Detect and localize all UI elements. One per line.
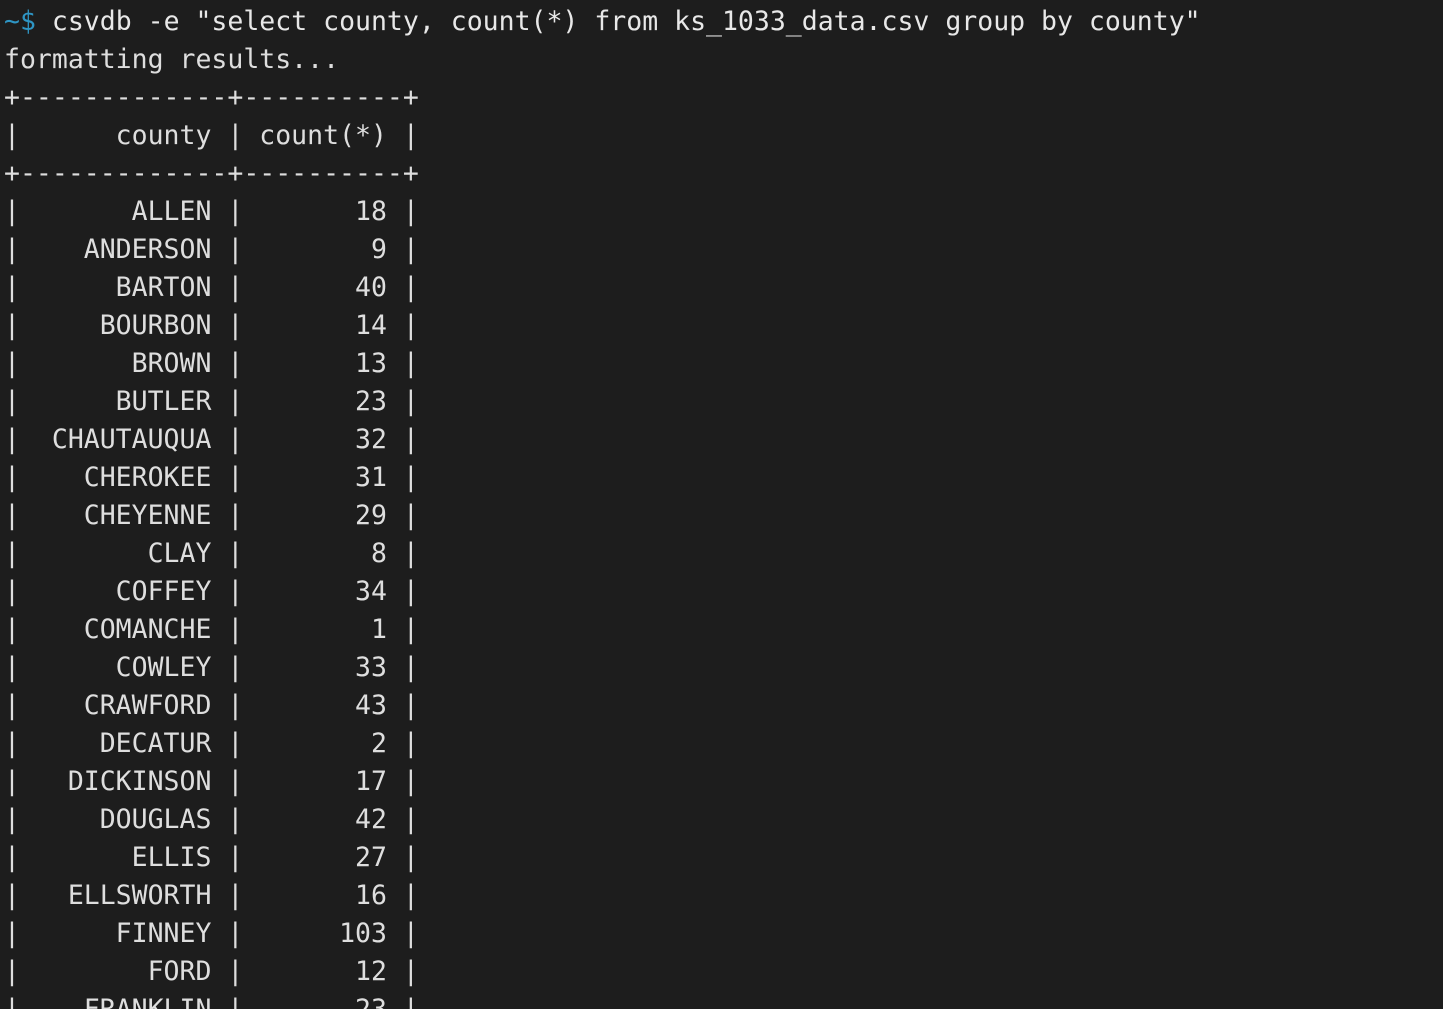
command-prompt-line: ~$ csvdb -e "select county, count(*) fro… xyxy=(0,3,1443,41)
cell-county: | FRANKLIN xyxy=(4,994,227,1009)
cell-count: 2 | xyxy=(243,728,419,759)
cell-count: 40 | xyxy=(243,272,419,303)
cell-county: | FORD xyxy=(4,956,228,987)
cell-separator: | xyxy=(227,614,244,645)
table-row: | DECATUR | 2 | xyxy=(0,725,1443,763)
table-row: | DICKINSON | 17 | xyxy=(0,763,1443,801)
table-row: | COMANCHE | 1 | xyxy=(0,611,1443,649)
cell-count: 23 | xyxy=(243,994,419,1009)
cell-separator: | xyxy=(227,880,244,911)
cell-county: | DICKINSON xyxy=(4,766,228,797)
cell-county: | DOUGLAS xyxy=(4,804,228,835)
cell-count: 34 | xyxy=(243,576,419,607)
cell-separator: | xyxy=(227,804,244,835)
cell-count: 42 | xyxy=(243,804,419,835)
cell-county: | ELLIS xyxy=(4,842,228,873)
cell-separator: | xyxy=(227,500,244,531)
table-row: | DOUGLAS | 42 | xyxy=(0,801,1443,839)
cell-count: 12 | xyxy=(243,956,419,987)
cell-count: 14 | xyxy=(243,310,419,341)
cell-separator: | xyxy=(227,196,244,227)
table-row: | BARTON | 40 | xyxy=(0,269,1443,307)
table-header-rule: +-------------+----------+ xyxy=(4,158,419,189)
cell-county: | DECATUR xyxy=(4,728,228,759)
cell-county: | CHEYENNE xyxy=(4,500,228,531)
cell-separator: | xyxy=(227,652,244,683)
table-row: | BROWN | 13 | xyxy=(0,345,1443,383)
table-row: | FORD | 12 | xyxy=(0,953,1443,991)
cell-separator: | xyxy=(227,348,244,379)
cell-separator: | xyxy=(227,272,244,303)
terminal-window[interactable]: ~$ csvdb -e "select county, count(*) fro… xyxy=(0,0,1443,1009)
table-row: | FINNEY | 103 | xyxy=(0,915,1443,953)
table-row: | COFFEY | 34 | xyxy=(0,573,1443,611)
cell-county: | COWLEY xyxy=(4,652,228,683)
cell-separator: | xyxy=(227,994,243,1009)
cell-separator: | xyxy=(227,310,244,341)
cell-separator: | xyxy=(227,728,244,759)
cell-separator: | xyxy=(227,234,244,265)
cell-count: 33 | xyxy=(243,652,419,683)
cell-count: 8 | xyxy=(243,538,419,569)
cell-separator: | xyxy=(227,918,244,949)
table-body: | ALLEN | 18 | | ANDERSON | 9 | | BARTON |… xyxy=(0,193,1443,1009)
command-text[interactable] xyxy=(36,6,52,37)
table-row: | ELLSWORTH | 16 | xyxy=(0,877,1443,915)
cell-count: 103 | xyxy=(243,918,419,949)
cell-count: 43 | xyxy=(243,690,419,721)
cell-county: | BARTON xyxy=(4,272,228,303)
cell-count: 16 | xyxy=(243,880,419,911)
cell-county: | FINNEY xyxy=(4,918,228,949)
cell-separator: | xyxy=(227,766,244,797)
cell-separator: | xyxy=(227,462,244,493)
cell-separator: | xyxy=(227,424,244,455)
cell-count: 27 | xyxy=(243,842,419,873)
table-header-row: | county | count(*) | xyxy=(4,120,419,151)
cell-separator: | xyxy=(227,576,244,607)
cell-county: | COMANCHE xyxy=(4,614,228,645)
cell-count: 13 | xyxy=(243,348,419,379)
cell-county: | ELLSWORTH xyxy=(4,880,228,911)
cell-count: 17 | xyxy=(243,766,419,797)
table-row: | FRANKLIN | 23 | xyxy=(0,991,1443,1009)
table-row: | BUTLER | 23 | xyxy=(0,383,1443,421)
status-line: formatting results... xyxy=(4,44,340,75)
table-row: | ANDERSON | 9 | xyxy=(0,231,1443,269)
command-input[interactable]: csvdb -e "select county, count(*) from k… xyxy=(52,6,1201,37)
cell-count: 32 | xyxy=(243,424,419,455)
table-row: | CHEYENNE | 29 | xyxy=(0,497,1443,535)
table-row: | CHAUTAUQUA | 32 | xyxy=(0,421,1443,459)
cell-county: | CHEROKEE xyxy=(4,462,228,493)
cell-county: | CHAUTAUQUA xyxy=(4,424,228,455)
cell-separator: | xyxy=(227,690,244,721)
cell-separator: | xyxy=(227,538,244,569)
cell-count: 1 | xyxy=(243,614,419,645)
terminal-output: ~$ csvdb -e "select county, count(*) fro… xyxy=(0,3,1443,1009)
cell-county: | BROWN xyxy=(4,348,228,379)
cell-count: 29 | xyxy=(243,500,419,531)
table-row: | CRAWFORD | 43 | xyxy=(0,687,1443,725)
table-row: | COWLEY | 33 | xyxy=(0,649,1443,687)
cell-county: | ALLEN xyxy=(4,196,228,227)
cell-count: 9 | xyxy=(243,234,419,265)
prompt-symbol: ~$ xyxy=(4,6,36,37)
table-row: | ELLIS | 27 | xyxy=(0,839,1443,877)
table-row: | CHEROKEE | 31 | xyxy=(0,459,1443,497)
cell-county: | CRAWFORD xyxy=(4,690,228,721)
cell-county: | BOURBON xyxy=(4,310,228,341)
cell-county: | CLAY xyxy=(4,538,228,569)
cell-county: | ANDERSON xyxy=(4,234,228,265)
table-row: | BOURBON | 14 | xyxy=(0,307,1443,345)
cell-separator: | xyxy=(227,956,244,987)
cell-count: 23 | xyxy=(243,386,419,417)
table-row: | CLAY | 8 | xyxy=(0,535,1443,573)
cell-count: 31 | xyxy=(243,462,419,493)
cell-county: | BUTLER xyxy=(4,386,228,417)
cell-separator: | xyxy=(227,842,244,873)
cell-separator: | xyxy=(227,386,244,417)
table-top-rule: +-------------+----------+ xyxy=(4,82,419,113)
cell-county: | COFFEY xyxy=(4,576,228,607)
table-row: | ALLEN | 18 | xyxy=(0,193,1443,231)
cell-count: 18 | xyxy=(243,196,419,227)
